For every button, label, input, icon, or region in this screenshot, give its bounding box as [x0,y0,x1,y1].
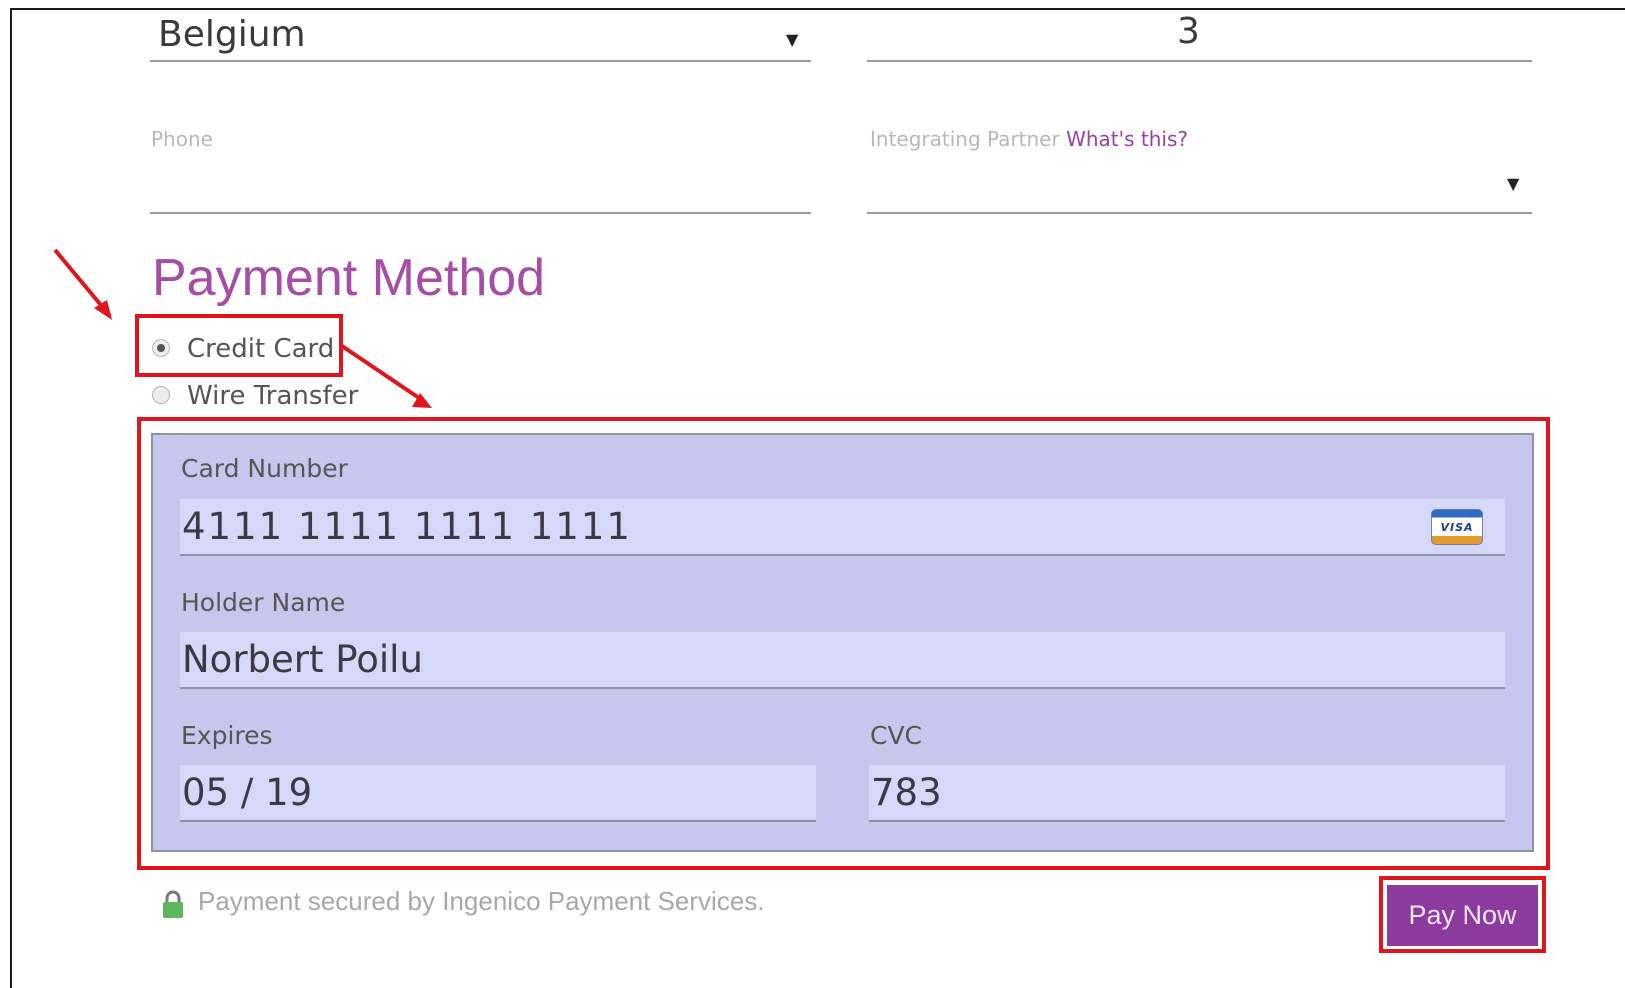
card-number-label: Card Number [181,454,348,483]
expires-label: Expires [181,721,273,750]
pay-now-button[interactable]: Pay Now [1387,885,1538,946]
holder-name-input[interactable]: Norbert Poilu [180,632,1505,689]
cvc-label: CVC [870,721,923,750]
card-number-value: 4111 1111 1111 1111 [182,505,632,548]
visa-card-icon: VISA [1431,509,1483,545]
holder-name-label: Holder Name [181,588,346,617]
cvc-input[interactable]: 783 [869,765,1505,822]
expires-input[interactable]: 05 / 19 [180,765,816,822]
card-number-input[interactable]: 4111 1111 1111 1111 [180,499,1505,556]
payment-method-heading: Payment Method [152,249,546,307]
holder-name-value: Norbert Poilu [182,638,423,681]
wire-transfer-radio[interactable] [152,386,170,404]
payment-secured-text: Payment secured by Ingenico Payment Serv… [198,886,765,916]
visa-card-text: VISA [1440,520,1474,534]
radio-option-wire-transfer[interactable]: Wire Transfer [150,380,380,414]
annotation-box-credit-card [135,314,343,377]
lock-icon [163,890,183,918]
wire-transfer-label: Wire Transfer [187,381,359,411]
expires-value: 05 / 19 [182,771,313,814]
cvc-value: 783 [871,771,942,814]
